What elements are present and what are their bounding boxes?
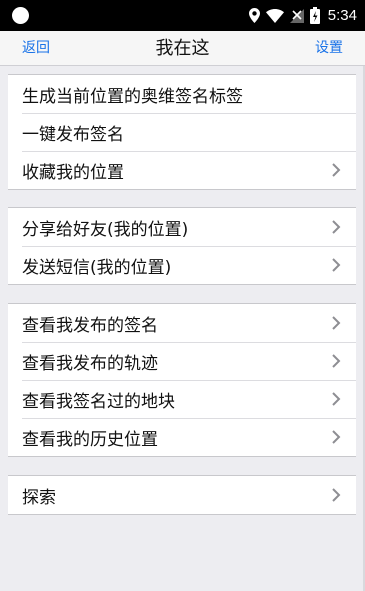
chevron-right-icon	[332, 220, 341, 234]
menu-item-view-my-signatures[interactable]: 查看我发布的签名	[8, 304, 356, 342]
menu-item-label: 生成当前位置的奥维签名标签	[22, 86, 243, 107]
notification-dot-icon	[12, 7, 29, 24]
menu-item-label: 探索	[22, 487, 56, 508]
chevron-right-icon	[332, 430, 341, 444]
settings-button[interactable]: 设置	[315, 31, 343, 66]
chevron-right-icon	[332, 488, 341, 502]
status-time: 5:34	[327, 7, 357, 24]
menu-item-publish-signature[interactable]: 一键发布签名	[8, 113, 356, 151]
menu-item-label: 收藏我的位置	[22, 162, 124, 183]
menu-item-label: 查看我签名过的地块	[22, 391, 175, 412]
chevron-right-icon	[332, 258, 341, 272]
menu-item-label: 查看我发布的轨迹	[22, 353, 158, 374]
menu-item-label: 一键发布签名	[22, 124, 124, 145]
chevron-right-icon	[332, 354, 341, 368]
menu-item-label: 发送短信(我的位置)	[22, 257, 172, 278]
status-bar: 5:34	[0, 0, 365, 31]
menu-item-view-location-history[interactable]: 查看我的历史位置	[8, 418, 356, 456]
menu-item-explore[interactable]: 探索	[8, 476, 356, 514]
status-icons: 5:34	[248, 0, 357, 31]
menu-group-signature: 生成当前位置的奥维签名标签 一键发布签名 收藏我的位置	[8, 74, 356, 190]
menu-item-send-sms[interactable]: 发送短信(我的位置)	[8, 246, 356, 284]
menu-item-view-signed-plots[interactable]: 查看我签名过的地块	[8, 380, 356, 418]
menu-item-share-to-friend[interactable]: 分享给好友(我的位置)	[8, 208, 356, 246]
menu-item-generate-signature-label[interactable]: 生成当前位置的奥维签名标签	[8, 75, 356, 113]
menu-item-favorite-location[interactable]: 收藏我的位置	[8, 151, 356, 189]
menu-group-history: 查看我发布的签名 查看我发布的轨迹 查看我签名过的地块 查看我的历史位置	[8, 303, 356, 457]
wifi-icon	[265, 8, 284, 23]
menu-item-label: 分享给好友(我的位置)	[22, 219, 189, 240]
battery-icon	[309, 7, 320, 24]
navigation-bar: 我在这 返回 设置	[0, 31, 365, 66]
menu-item-label: 查看我的历史位置	[22, 429, 158, 450]
chevron-right-icon	[332, 163, 341, 177]
location-icon	[248, 8, 260, 23]
chevron-right-icon	[332, 392, 341, 406]
menu-item-label: 查看我发布的签名	[22, 315, 158, 336]
menu-group-share: 分享给好友(我的位置) 发送短信(我的位置)	[8, 207, 356, 285]
chevron-right-icon	[332, 316, 341, 330]
back-button[interactable]: 返回	[22, 31, 50, 66]
signal-icon	[289, 8, 304, 23]
menu-group-explore: 探索	[8, 475, 356, 515]
page-title: 我在这	[155, 38, 210, 59]
menu-item-view-my-tracks[interactable]: 查看我发布的轨迹	[8, 342, 356, 380]
